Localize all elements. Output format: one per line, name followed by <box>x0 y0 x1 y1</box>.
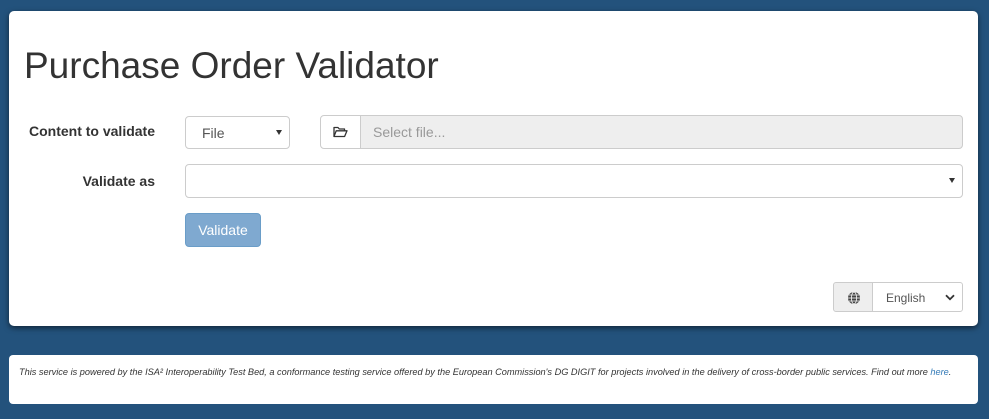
content-type-value: File <box>202 125 225 141</box>
file-path-field[interactable]: Select file... <box>360 115 963 149</box>
footer: This service is powered by the ISA² Inte… <box>9 355 978 404</box>
folder-open-icon <box>333 126 348 138</box>
footer-suffix: . <box>948 367 952 377</box>
footer-text: This service is powered by the ISA² Inte… <box>19 367 931 377</box>
validator-panel: Purchase Order Validator Content to vali… <box>9 11 978 326</box>
caret-down-icon <box>276 129 282 135</box>
page-title: Purchase Order Validator <box>24 45 439 86</box>
file-input-group: Select file... <box>320 115 963 149</box>
footer-here-link[interactable]: here <box>930 367 948 377</box>
browse-file-button[interactable] <box>320 115 361 149</box>
validate-button[interactable]: Validate <box>185 213 261 247</box>
globe-addon <box>833 282 873 312</box>
language-selector: English <box>833 282 963 312</box>
validate-as-label: Validate as <box>82 173 155 189</box>
language-value: English <box>886 291 926 305</box>
content-to-validate-label: Content to validate <box>28 123 155 139</box>
chevron-down-icon <box>945 294 955 301</box>
globe-icon <box>848 291 860 305</box>
validate-as-select[interactable] <box>185 164 963 198</box>
caret-down-icon <box>949 178 955 183</box>
content-type-select[interactable]: File <box>185 116 290 149</box>
language-select[interactable]: English <box>872 282 963 312</box>
